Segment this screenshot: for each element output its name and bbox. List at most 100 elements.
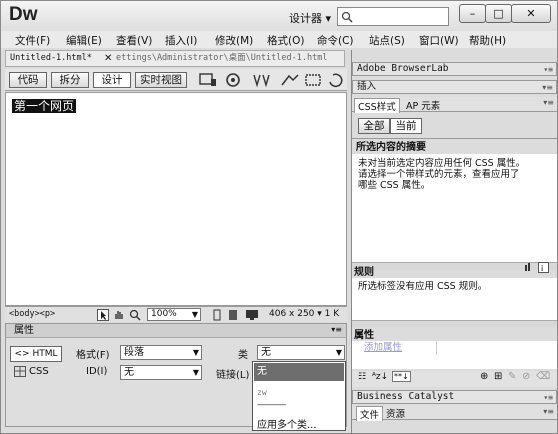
- attach-style-icon[interactable]: ⊕: [480, 371, 488, 382]
- maximize-button[interactable]: □: [485, 4, 512, 23]
- divider: [436, 341, 437, 355]
- class-select[interactable]: 无 ▼: [257, 345, 345, 360]
- panel-menu-icon[interactable]: ▾≡: [543, 407, 554, 416]
- menu-file[interactable]: 文件(F): [15, 33, 50, 48]
- browserlab-panel[interactable]: Adobe BrowserLab ▾≡: [352, 62, 557, 76]
- page-heading[interactable]: 第一个网页: [12, 99, 77, 113]
- menu-edit[interactable]: 编辑(E): [66, 33, 102, 48]
- panel-menu-icon[interactable]: ▾≡: [543, 64, 553, 76]
- insert-title: 插入: [357, 81, 377, 92]
- rule-view-icon[interactable]: [524, 262, 534, 272]
- alpha-sort-icon[interactable]: ᴬz↓: [372, 372, 388, 382]
- class-option[interactable]: 应用多个类...: [257, 416, 317, 431]
- splitter[interactable]: [352, 320, 557, 327]
- tablet-size-icon[interactable]: [227, 309, 239, 321]
- tag-selector[interactable]: <body><p>: [9, 309, 55, 319]
- menu-commands[interactable]: 命令(C): [317, 33, 354, 48]
- delete-icon[interactable]: ⌫: [536, 371, 550, 382]
- menu-format[interactable]: 格式(O): [267, 33, 304, 48]
- desktop-size-icon[interactable]: [245, 309, 259, 321]
- zoom-icon[interactable]: [129, 309, 141, 321]
- live-view-button[interactable]: 实时视图: [135, 72, 187, 88]
- workspace-switcher[interactable]: 设计器 ▾: [289, 10, 331, 26]
- format-value: 段落: [124, 347, 144, 358]
- menu-insert[interactable]: 插入(I): [165, 33, 197, 48]
- insert-panel[interactable]: 插入 ▾≡: [352, 80, 557, 94]
- split-view-button[interactable]: 拆分: [51, 72, 89, 88]
- tab-ap-elements[interactable]: AP 元素: [406, 98, 440, 112]
- design-view[interactable]: 第一个网页: [5, 92, 347, 306]
- css-mode-icon: [14, 366, 26, 377]
- format-label: 格式(F): [76, 350, 110, 361]
- class-option[interactable]: zw: [257, 388, 267, 397]
- minimize-button[interactable]: –: [459, 4, 486, 23]
- code-view-button[interactable]: 代码: [9, 72, 47, 88]
- refresh-icon[interactable]: [325, 71, 347, 89]
- css-panel-footer: ☷ ᴬz↓ **↓ ⊕ ⊞ ✎ ⊘ ⌫: [352, 371, 557, 387]
- chevron-down-icon: ▼: [335, 348, 342, 357]
- css-mode-button[interactable]: CSS: [29, 366, 49, 377]
- rules-text: 所选标签没有应用 CSS 规则。: [358, 281, 488, 292]
- file-manage-icon[interactable]: [279, 71, 301, 89]
- menu-view[interactable]: 查看(V): [116, 33, 152, 48]
- panel-menu-icon[interactable]: ▾≡: [331, 325, 342, 334]
- class-option[interactable]: 无: [254, 363, 344, 381]
- design-view-button[interactable]: 设计: [93, 72, 131, 88]
- tab-assets[interactable]: 资源: [386, 406, 405, 420]
- search-icon: [341, 11, 353, 23]
- preview-browser-icon[interactable]: [223, 71, 245, 89]
- summary-area: 未对当前选定内容应用任何 CSS 属性。 请选择一个带样式的元素，查看应用了 哪…: [352, 154, 557, 262]
- edit-style-icon[interactable]: ✎: [508, 371, 516, 382]
- check-page-icon[interactable]: [251, 71, 273, 89]
- zoom-value: 100%: [151, 309, 177, 319]
- business-catalyst-panel[interactable]: Business Catalyst ▾≡: [352, 390, 557, 404]
- mobile-size-icon[interactable]: [211, 309, 223, 321]
- document-path: ettings\Administrator\桌面\Untitled-1.html: [116, 53, 328, 63]
- id-select[interactable]: 无 ▼: [120, 365, 202, 380]
- panel-menu-icon[interactable]: ▾≡: [542, 82, 553, 94]
- html-mode-button[interactable]: <> HTML: [10, 346, 62, 362]
- menu-site[interactable]: 站点(S): [369, 33, 405, 48]
- current-mode-button[interactable]: 当前: [390, 118, 422, 134]
- tab-css-styles[interactable]: CSS样式: [354, 98, 400, 113]
- panel-menu-icon[interactable]: ▾≡: [543, 98, 554, 107]
- menu-modify[interactable]: 修改(M): [215, 33, 253, 48]
- close-icon[interactable]: ✕: [104, 51, 112, 66]
- set-properties-icon[interactable]: **↓: [392, 371, 411, 382]
- id-value: 无: [124, 367, 134, 378]
- tab-files[interactable]: 文件: [356, 406, 384, 421]
- menu-window[interactable]: 窗口(W): [419, 33, 459, 48]
- category-view-icon[interactable]: ☷: [358, 372, 366, 382]
- window-size[interactable]: 406 x 250 ▾ 1 K: [269, 309, 339, 319]
- status-bar: <body><p> 100% ▼ 406 x 250 ▾ 1 K: [5, 306, 347, 322]
- visual-aids-icon[interactable]: [303, 71, 325, 89]
- hand-icon[interactable]: [113, 309, 125, 321]
- rules-area: 所选标签没有应用 CSS 规则。: [352, 278, 557, 320]
- new-rule-icon[interactable]: ⊞: [494, 371, 502, 382]
- option-separator: ---------------: [257, 400, 286, 409]
- browserlab-title: Adobe BrowserLab: [357, 63, 449, 74]
- title-bar: Dw 设计器 ▾ – □ ✕: [1, 1, 557, 31]
- format-select[interactable]: 段落 ▼: [120, 345, 202, 360]
- class-value: 无: [261, 347, 271, 358]
- search-input[interactable]: [337, 7, 449, 26]
- pointer-icon[interactable]: [97, 309, 109, 321]
- all-mode-button[interactable]: 全部: [358, 118, 390, 134]
- right-panel-dock: Adobe BrowserLab ▾≡ 插入 ▾≡ CSS样式 AP 元素 ▾≡ 全…: [351, 50, 557, 433]
- multiscreen-icon[interactable]: [197, 71, 219, 89]
- link-label: 链接(L): [216, 370, 250, 381]
- class-dropdown-list[interactable]: 无 zw --------------- 应用多个类...: [252, 361, 346, 431]
- document-tab[interactable]: Untitled-1.html* ✕ ettings\Administrator…: [5, 50, 345, 67]
- panel-menu-icon[interactable]: ▾≡: [543, 392, 553, 404]
- disable-icon[interactable]: ⊘: [522, 371, 530, 382]
- close-button[interactable]: ✕: [511, 4, 551, 23]
- add-property-link[interactable]: 添加属性: [364, 342, 402, 353]
- menu-help[interactable]: 帮助(H): [469, 33, 506, 48]
- properties-section-title: 属性: [354, 330, 374, 341]
- document-title: Untitled-1.html*: [10, 53, 92, 63]
- zoom-select[interactable]: 100% ▼: [147, 308, 201, 321]
- summary-title: 所选内容的摘要: [356, 142, 426, 153]
- chevron-down-icon: ▼: [192, 348, 199, 357]
- app-logo: Dw: [9, 4, 38, 25]
- info-icon[interactable]: i: [538, 262, 549, 273]
